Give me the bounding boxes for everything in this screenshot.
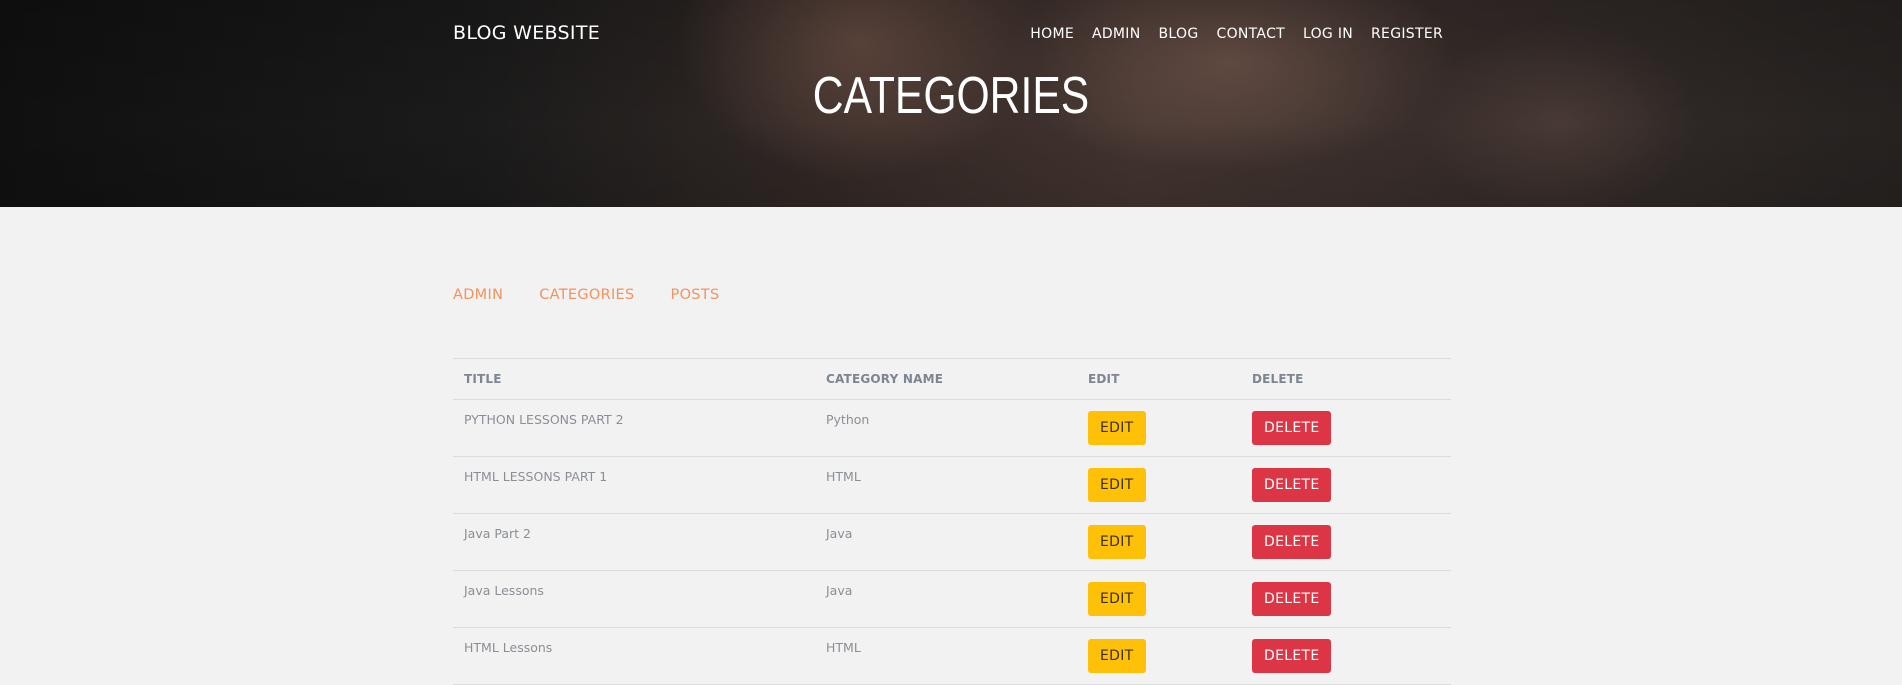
table-row: HTML Lessons HTML EDIT DELETE bbox=[453, 627, 1451, 685]
edit-button[interactable]: EDIT bbox=[1088, 468, 1146, 502]
page-title: CATEGORIES bbox=[812, 67, 1090, 125]
column-header-title: TITLE bbox=[453, 358, 815, 400]
table-row: PYTHON LESSONS PART 2 Python EDIT DELETE bbox=[453, 399, 1451, 457]
row-edit-cell: EDIT bbox=[1077, 627, 1241, 685]
delete-button[interactable]: DELETE bbox=[1252, 411, 1332, 445]
row-title: Java Part 2 bbox=[453, 513, 815, 571]
row-delete-cell: DELETE bbox=[1241, 456, 1451, 514]
posts-table-container: TITLE CATEGORY NAME EDIT DELETE PYTHON L… bbox=[453, 358, 1451, 685]
row-delete-cell: DELETE bbox=[1241, 513, 1451, 571]
admin-subnav: ADMIN CATEGORIES POSTS bbox=[453, 287, 755, 303]
row-category: Java bbox=[815, 513, 1077, 571]
nav-register-link[interactable]: REGISTER bbox=[1371, 26, 1443, 42]
row-edit-cell: EDIT bbox=[1077, 570, 1241, 628]
top-navigation: HOME ADMIN BLOG CONTACT LOG IN REGISTER bbox=[1012, 26, 1443, 42]
row-edit-cell: EDIT bbox=[1077, 456, 1241, 514]
nav-login-link[interactable]: LOG IN bbox=[1303, 26, 1353, 42]
table-row: Java Part 2 Java EDIT DELETE bbox=[453, 513, 1451, 571]
edit-button[interactable]: EDIT bbox=[1088, 582, 1146, 616]
subnav-categories-link[interactable]: CATEGORIES bbox=[539, 287, 634, 303]
hero-header: BLOG WEBSITE HOME ADMIN BLOG CONTACT LOG… bbox=[0, 0, 1902, 207]
row-category: Java bbox=[815, 570, 1077, 628]
delete-button[interactable]: DELETE bbox=[1252, 639, 1332, 673]
table-header-row: TITLE CATEGORY NAME EDIT DELETE bbox=[453, 358, 1451, 400]
table-row: Java Lessons Java EDIT DELETE bbox=[453, 570, 1451, 628]
row-edit-cell: EDIT bbox=[1077, 399, 1241, 457]
edit-button[interactable]: EDIT bbox=[1088, 639, 1146, 673]
row-category: HTML bbox=[815, 456, 1077, 514]
posts-table: TITLE CATEGORY NAME EDIT DELETE PYTHON L… bbox=[453, 358, 1451, 685]
nav-home-link[interactable]: HOME bbox=[1030, 26, 1074, 42]
column-header-category: CATEGORY NAME bbox=[815, 358, 1077, 400]
row-category: HTML bbox=[815, 627, 1077, 685]
row-title: HTML LESSONS PART 1 bbox=[453, 456, 815, 514]
nav-contact-link[interactable]: CONTACT bbox=[1217, 26, 1286, 42]
delete-button[interactable]: DELETE bbox=[1252, 525, 1332, 559]
brand-logo-link[interactable]: BLOG WEBSITE bbox=[453, 22, 600, 44]
column-header-edit: EDIT bbox=[1077, 358, 1241, 400]
row-delete-cell: DELETE bbox=[1241, 570, 1451, 628]
edit-button[interactable]: EDIT bbox=[1088, 525, 1146, 559]
row-category: Python bbox=[815, 399, 1077, 457]
delete-button[interactable]: DELETE bbox=[1252, 468, 1332, 502]
column-header-delete: DELETE bbox=[1241, 358, 1451, 400]
row-delete-cell: DELETE bbox=[1241, 627, 1451, 685]
edit-button[interactable]: EDIT bbox=[1088, 411, 1146, 445]
row-title: HTML Lessons bbox=[453, 627, 815, 685]
row-title: Java Lessons bbox=[453, 570, 815, 628]
row-delete-cell: DELETE bbox=[1241, 399, 1451, 457]
nav-blog-link[interactable]: BLOG bbox=[1159, 26, 1199, 42]
subnav-posts-link[interactable]: POSTS bbox=[671, 287, 720, 303]
delete-button[interactable]: DELETE bbox=[1252, 582, 1332, 616]
table-row: HTML LESSONS PART 1 HTML EDIT DELETE bbox=[453, 456, 1451, 514]
row-title: PYTHON LESSONS PART 2 bbox=[453, 399, 815, 457]
subnav-admin-link[interactable]: ADMIN bbox=[453, 287, 503, 303]
row-edit-cell: EDIT bbox=[1077, 513, 1241, 571]
nav-admin-link[interactable]: ADMIN bbox=[1092, 26, 1141, 42]
